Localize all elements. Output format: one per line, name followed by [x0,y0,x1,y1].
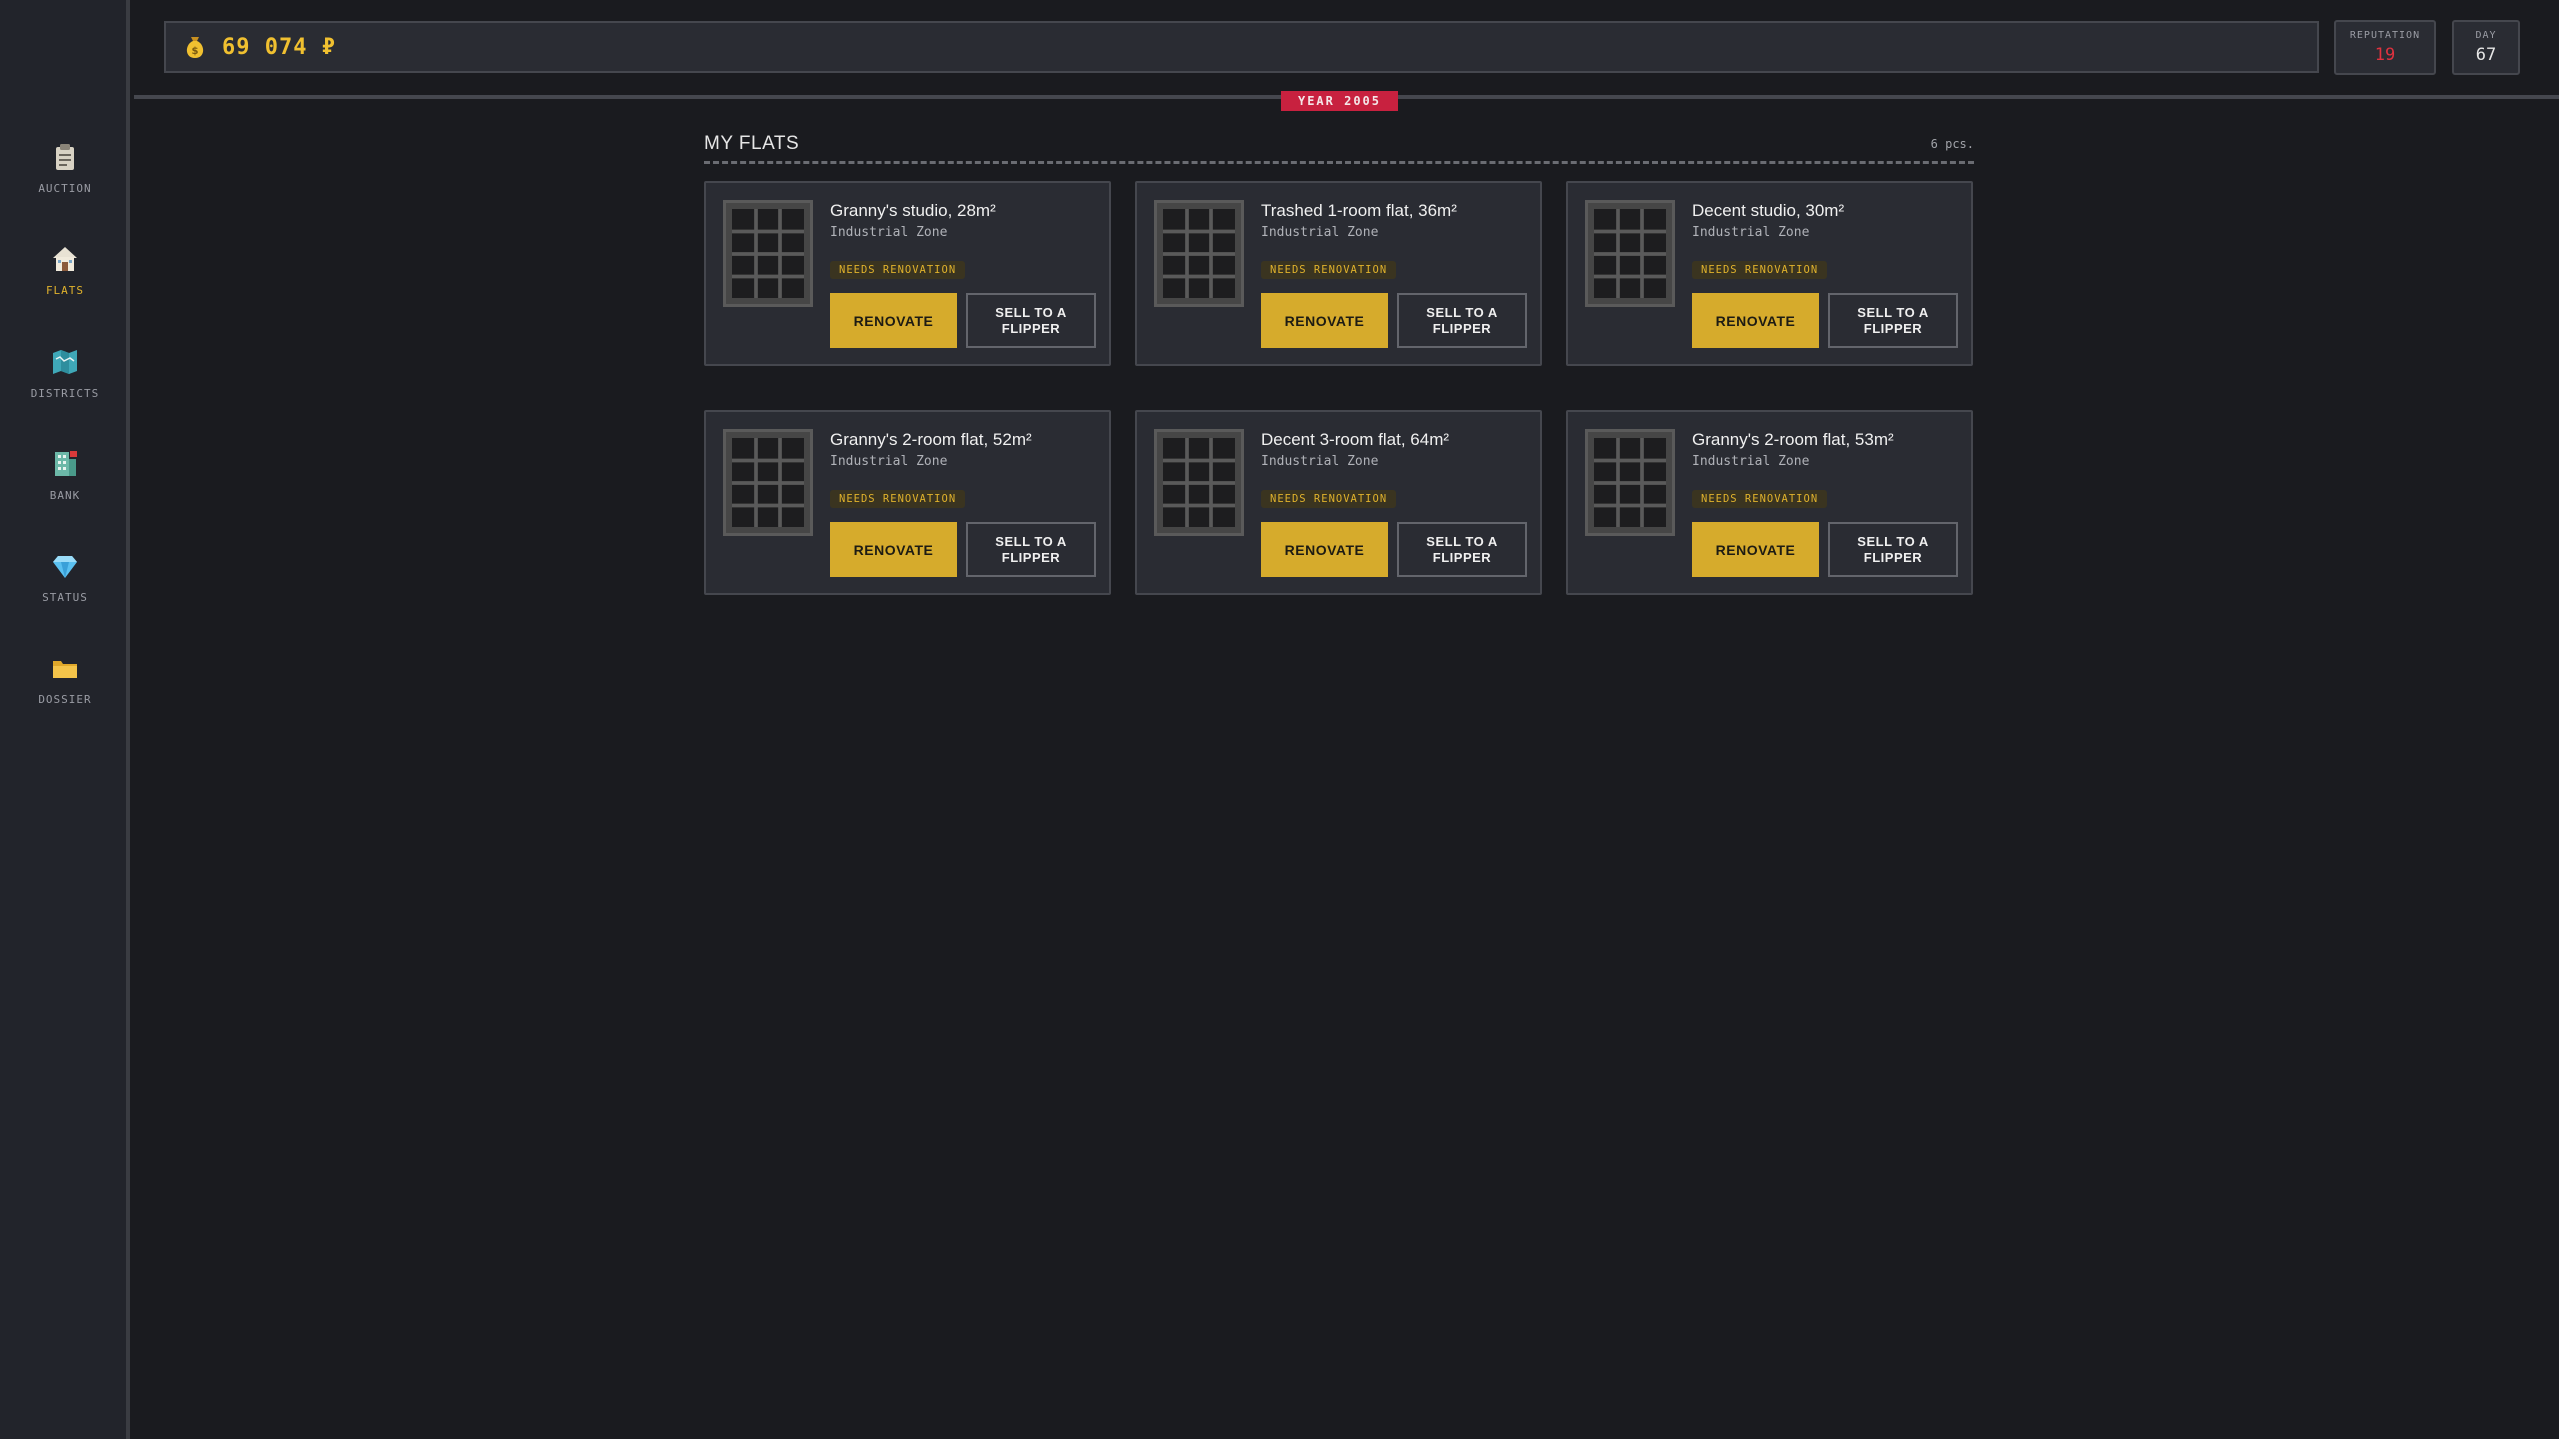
sidebar-item-bank[interactable]: BANK [0,447,130,527]
flat-title: Decent 3-room flat, 64m² [1261,430,1450,449]
year-badge: YEAR 2005 [1281,91,1398,111]
flat-district: Industrial Zone [830,225,948,240]
my-flats-section: MY FLATS 6 pcs. Granny's studio, 28m² In… [704,128,1974,595]
renovate-button[interactable]: RENOVATE [1261,522,1388,577]
status-badge: NEEDS RENOVATION [1692,261,1828,279]
flat-card: Granny's 2-room flat, 52m² Industrial Zo… [704,410,1111,595]
sidebar-item-flats[interactable]: FLATS [0,242,130,322]
sidebar-item-label: BANK [49,489,81,502]
window-icon [723,200,813,307]
sidebar-item-label: STATUS [42,591,88,604]
sidebar-item-label: AUCTION [38,182,92,195]
sell-to-flipper-button[interactable]: SELL TO A FLIPPER [1397,522,1527,577]
renovate-button[interactable]: RENOVATE [1261,293,1388,348]
day-box: DAY 67 [2452,20,2520,75]
section-header: MY FLATS 6 pcs. [704,128,1974,164]
window-icon [723,429,813,536]
window-icon [1585,200,1675,307]
sell-to-flipper-button[interactable]: SELL TO A FLIPPER [966,293,1096,348]
window-icon [1154,429,1244,536]
flat-card: Trashed 1-room flat, 36m² Industrial Zon… [1135,181,1542,366]
flat-title: Decent studio, 30m² [1692,201,1845,220]
sidebar-item-label: FLATS [45,284,85,297]
renovate-button[interactable]: RENOVATE [830,293,957,348]
flats-grid: Granny's studio, 28m² Industrial Zone NE… [704,181,1974,595]
flat-district: Industrial Zone [1692,454,1810,469]
money-bar: $ 69 074 ₽ [164,21,2319,73]
status-badge: NEEDS RENOVATION [830,490,966,508]
flat-title: Granny's 2-room flat, 53m² [1692,430,1894,449]
map-icon [48,345,82,379]
flat-card: Decent 3-room flat, 64m² Industrial Zone… [1135,410,1542,595]
building-icon [48,447,82,481]
house-icon [48,242,82,276]
flat-card: Decent studio, 30m² Industrial Zone NEED… [1566,181,1973,366]
window-icon [1585,429,1675,536]
flat-title: Granny's studio, 28m² [830,201,996,220]
flat-district: Industrial Zone [1692,225,1810,240]
reputation-value: 19 [2374,45,2396,65]
flat-district: Industrial Zone [1261,454,1379,469]
renovate-button[interactable]: RENOVATE [830,522,957,577]
reputation-box: REPUTATION 19 [2334,20,2436,75]
sidebar-item-label: DOSSIER [38,693,92,706]
sell-to-flipper-button[interactable]: SELL TO A FLIPPER [1397,293,1527,348]
sidebar: AUCTION FLATS DISTRICTS BANK STATUS DOSS… [0,0,130,1439]
status-badge: NEEDS RENOVATION [1261,261,1397,279]
renovate-button[interactable]: RENOVATE [1692,293,1819,348]
day-value: 67 [2475,45,2497,65]
renovate-button[interactable]: RENOVATE [1692,522,1819,577]
reputation-label: REPUTATION [2349,30,2421,41]
flat-card: Granny's 2-room flat, 53m² Industrial Zo… [1566,410,1973,595]
folder-icon [48,651,82,685]
flat-count: 6 pcs. [1930,137,1974,151]
money-balance: 69 074 ₽ [222,34,336,60]
status-badge: NEEDS RENOVATION [1692,490,1828,508]
money-bag-icon: $ [186,37,204,58]
sidebar-item-label: DISTRICTS [30,387,100,400]
flat-district: Industrial Zone [830,454,948,469]
flat-district: Industrial Zone [1261,225,1379,240]
window-icon [1154,200,1244,307]
clipboard-icon [48,140,82,174]
flat-title: Granny's 2-room flat, 52m² [830,430,1032,449]
flat-title: Trashed 1-room flat, 36m² [1261,201,1457,220]
status-badge: NEEDS RENOVATION [1261,490,1397,508]
diamond-icon [48,549,82,583]
day-label: DAY [2475,30,2497,41]
sell-to-flipper-button[interactable]: SELL TO A FLIPPER [1828,293,1958,348]
sidebar-item-dossier[interactable]: DOSSIER [0,651,130,731]
flat-card: Granny's studio, 28m² Industrial Zone NE… [704,181,1111,366]
sidebar-item-status[interactable]: STATUS [0,549,130,629]
sell-to-flipper-button[interactable]: SELL TO A FLIPPER [1828,522,1958,577]
section-title: MY FLATS [704,133,800,154]
status-badge: NEEDS RENOVATION [830,261,966,279]
sell-to-flipper-button[interactable]: SELL TO A FLIPPER [966,522,1096,577]
app-root: AUCTION FLATS DISTRICTS BANK STATUS DOSS… [0,0,2559,1439]
sidebar-item-auction[interactable]: AUCTION [0,140,130,220]
sidebar-item-districts[interactable]: DISTRICTS [0,345,130,425]
svg-text:$: $ [192,46,199,57]
